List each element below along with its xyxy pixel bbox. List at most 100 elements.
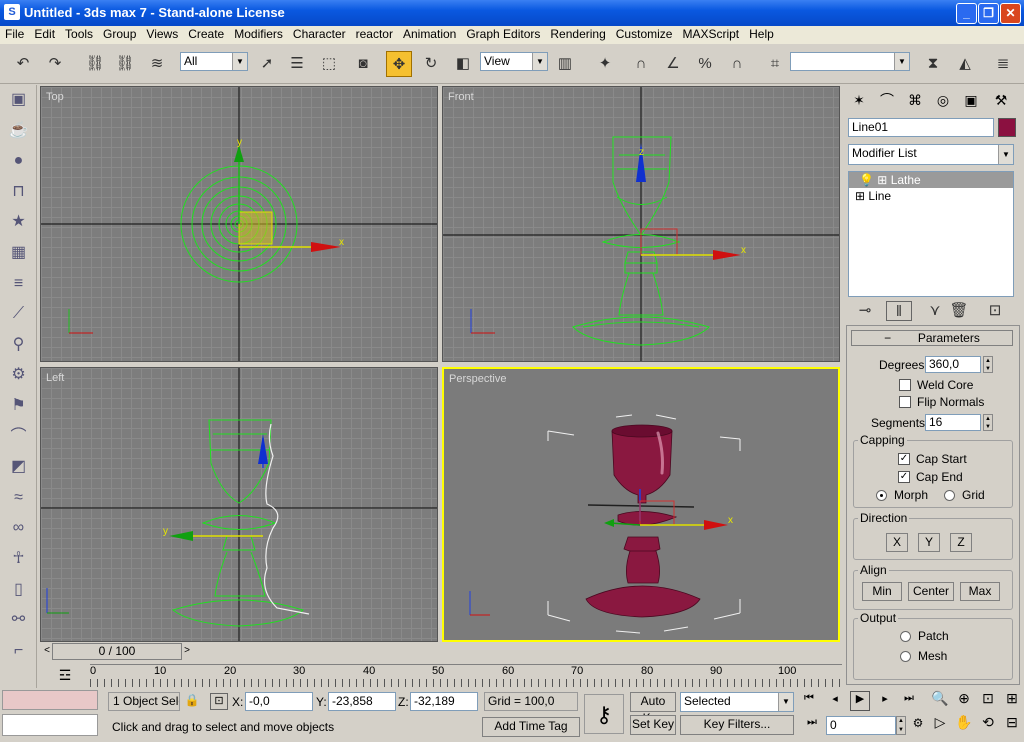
- select-object-icon[interactable]: ➚: [254, 51, 280, 77]
- play-icon[interactable]: ▶: [850, 691, 870, 711]
- link-icon[interactable]: ⚯: [0, 605, 37, 636]
- previous-frame-icon[interactable]: ◂: [826, 692, 844, 710]
- checker-icon[interactable]: ▦: [0, 238, 37, 269]
- absolute-mode-icon[interactable]: ⊡: [210, 693, 228, 710]
- bone-icon[interactable]: ⟋: [0, 299, 37, 330]
- modify-tab-icon[interactable]: ⌒: [874, 88, 900, 112]
- time-slider[interactable]: 0 / 100: [52, 643, 182, 660]
- z-coordinate-input[interactable]: -32,189: [410, 692, 478, 711]
- star-icon[interactable]: ★: [0, 207, 37, 238]
- grid-radio[interactable]: [944, 490, 955, 501]
- select-and-move-icon[interactable]: ✥: [386, 51, 412, 77]
- key-filters-button[interactable]: Key Filters...: [680, 715, 794, 735]
- zoom-extents-icon[interactable]: ⊡: [978, 690, 998, 712]
- box-icon[interactable]: ▣: [0, 85, 37, 116]
- wave-icon[interactable]: ≈: [0, 483, 37, 514]
- reference-coordinate-dropdown[interactable]: View ▼: [480, 52, 548, 71]
- object-color-swatch[interactable]: [998, 118, 1016, 137]
- frame-spinner[interactable]: ▲ ▼: [896, 716, 906, 735]
- mirror-icon[interactable]: ⧗: [920, 51, 946, 77]
- make-unique-icon[interactable]: ⋎: [922, 301, 948, 321]
- flip-normals-checkbox[interactable]: [899, 396, 911, 408]
- viewport-top[interactable]: Top y x: [40, 86, 438, 362]
- utilities-tab-icon[interactable]: ⚒: [988, 88, 1014, 112]
- configure-sets-icon[interactable]: ⊡: [982, 301, 1008, 321]
- selection-filter-dropdown[interactable]: All ▼: [180, 52, 248, 71]
- motion-tab-icon[interactable]: ◎: [930, 88, 956, 112]
- menu-create[interactable]: Create: [183, 26, 229, 41]
- arc-rotate-icon[interactable]: ⟲: [978, 714, 998, 736]
- window-crossing-icon[interactable]: ◙: [350, 51, 376, 77]
- pin-stack-icon[interactable]: ⊸: [852, 301, 878, 321]
- teapot-icon[interactable]: ☕: [0, 116, 37, 147]
- modifier-list-dropdown[interactable]: Modifier List ▼: [848, 144, 1014, 165]
- named-selection-dropdown[interactable]: ▼: [790, 52, 910, 71]
- next-frame-icon[interactable]: ▸: [876, 692, 894, 710]
- curve-editor-icon[interactable]: ☲: [52, 664, 78, 686]
- cap-start-checkbox[interactable]: ✓: [898, 453, 910, 465]
- mesh-radio[interactable]: [900, 651, 911, 662]
- bind-space-warp-icon[interactable]: ≋: [144, 51, 170, 77]
- stack-item-lathe[interactable]: 💡 ⊞ Lathe: [849, 172, 1013, 188]
- select-by-name-icon[interactable]: ☰: [284, 51, 310, 77]
- pan-icon[interactable]: ✋: [954, 714, 974, 736]
- layers-icon[interactable]: ≡: [0, 269, 37, 300]
- maximize-viewport-icon[interactable]: ⊟: [1002, 714, 1022, 736]
- direction-y-button[interactable]: Y: [918, 533, 940, 552]
- time-prev-icon[interactable]: <: [42, 643, 52, 659]
- key-mode-toggle-icon[interactable]: ⏭: [804, 716, 820, 734]
- spinner-snap-icon[interactable]: ∩: [724, 51, 750, 77]
- menu-views[interactable]: Views: [141, 26, 183, 41]
- sphere-icon[interactable]: ●: [0, 146, 37, 177]
- menu-maxscript[interactable]: MAXScript: [677, 26, 744, 41]
- menu-graph-editors[interactable]: Graph Editors: [461, 26, 545, 41]
- undo-icon[interactable]: ↶: [10, 51, 36, 77]
- select-and-scale-icon[interactable]: ◧: [450, 51, 476, 77]
- time-ruler[interactable]: 0 10 20 30 40 50 60 70 80 90 100: [90, 664, 842, 687]
- x-coordinate-input[interactable]: -0,0: [245, 692, 313, 711]
- set-key-big-icon[interactable]: ⚷: [584, 694, 624, 734]
- key-mode-dropdown[interactable]: Selected ▼: [680, 692, 794, 712]
- time-configuration-icon[interactable]: ⚙: [908, 716, 928, 736]
- unlink-icon[interactable]: ⛓: [112, 51, 138, 77]
- time-next-icon[interactable]: >: [182, 643, 192, 659]
- align-min-button[interactable]: Min: [862, 582, 902, 601]
- menu-character[interactable]: Character: [288, 26, 351, 41]
- percent-snap-icon[interactable]: %: [692, 51, 718, 77]
- y-coordinate-input[interactable]: -23,858: [328, 692, 396, 711]
- layer-manager-icon[interactable]: ≣: [990, 51, 1016, 77]
- maxscript-listener-mini[interactable]: [2, 690, 98, 710]
- menu-file[interactable]: File: [0, 26, 29, 41]
- pivot-center-icon[interactable]: ▥: [552, 51, 578, 77]
- display-tab-icon[interactable]: ▣: [958, 88, 984, 112]
- remove-modifier-icon[interactable]: 🗑: [946, 301, 972, 321]
- segments-input[interactable]: 16: [925, 414, 981, 431]
- field-of-view-icon[interactable]: ▷: [930, 714, 950, 736]
- hierarchy-tab-icon[interactable]: ⌘: [902, 88, 928, 112]
- minimize-button[interactable]: _: [956, 3, 977, 24]
- viewport-front[interactable]: Front z x: [442, 86, 840, 362]
- maximize-button[interactable]: ❐: [978, 3, 999, 24]
- segments-spinner[interactable]: ▲ ▼: [983, 414, 993, 431]
- viewport-left[interactable]: Left y: [40, 367, 438, 642]
- align-max-button[interactable]: Max: [960, 582, 1000, 601]
- select-manipulate-icon[interactable]: ✦: [592, 51, 618, 77]
- snap-toggle-icon[interactable]: ∩: [628, 51, 654, 77]
- patch-radio[interactable]: [900, 631, 911, 642]
- knot-icon[interactable]: ∞: [0, 513, 37, 544]
- menu-modifiers[interactable]: Modifiers: [229, 26, 288, 41]
- weld-core-checkbox[interactable]: [899, 379, 911, 391]
- menu-tools[interactable]: Tools: [60, 26, 98, 41]
- cylinder-icon[interactable]: ⊓: [0, 177, 37, 208]
- select-and-rotate-icon[interactable]: ↻: [418, 51, 444, 77]
- object-name-field[interactable]: Line01: [848, 118, 994, 137]
- menu-customize[interactable]: Customize: [611, 26, 678, 41]
- menu-edit[interactable]: Edit: [29, 26, 60, 41]
- menu-reactor[interactable]: reactor: [351, 26, 398, 41]
- go-to-end-icon[interactable]: ⏭: [900, 692, 918, 710]
- current-frame-input[interactable]: 0: [826, 716, 896, 735]
- door-icon[interactable]: ▯: [0, 575, 37, 606]
- stack-item-line[interactable]: ⊞ Line: [849, 188, 1013, 204]
- degrees-spinner[interactable]: ▲ ▼: [983, 356, 993, 373]
- deflector-icon[interactable]: ⌒: [0, 422, 37, 453]
